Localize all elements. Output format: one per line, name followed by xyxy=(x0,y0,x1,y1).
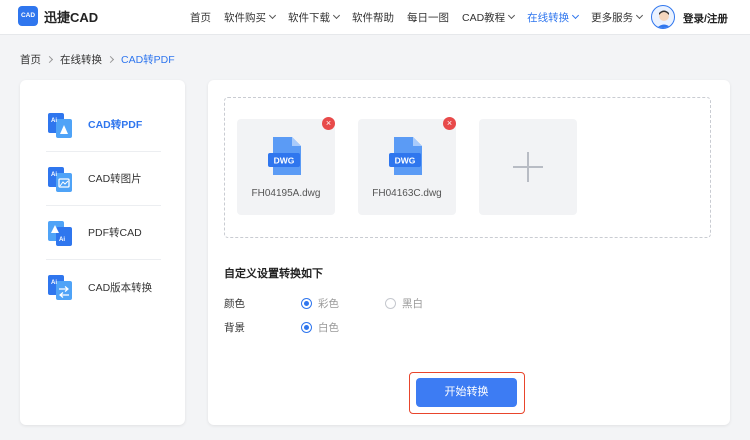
nav-label: 首页 xyxy=(190,11,211,24)
chevron-down-icon xyxy=(572,11,580,20)
start-convert-button[interactable]: 开始转换 xyxy=(416,378,517,407)
nav-item-download[interactable]: 软件下载 xyxy=(288,10,341,25)
nav-item-buy[interactable]: 软件购买 xyxy=(224,10,277,25)
chevron-down-icon xyxy=(508,11,516,20)
top-header: CAD 迅捷CAD 首页 软件购买 软件下载 软件帮助 每日一图 CAD教程 在… xyxy=(0,0,750,35)
chevron-right-icon xyxy=(106,55,115,64)
nav-item-more[interactable]: 更多服务 xyxy=(591,10,644,25)
sidebar-item-label: CAD转图片 xyxy=(88,173,142,185)
svg-text:Ai: Ai xyxy=(51,280,57,286)
nav-item-home[interactable]: 首页 xyxy=(190,10,211,25)
file-name: FH04163C.dwg xyxy=(372,188,442,199)
file-badge: DWG xyxy=(274,156,295,166)
pdf-to-cad-icon: Ai xyxy=(46,219,74,247)
radio-label: 白色 xyxy=(318,322,339,334)
nav-item-online-convert[interactable]: 在线转换 xyxy=(527,10,580,25)
nav-label: 软件下载 xyxy=(288,11,330,24)
svg-text:Ai: Ai xyxy=(51,172,57,178)
file-card: DWG × FH04195A.dwg xyxy=(237,117,335,215)
background-label: 背景 xyxy=(224,322,245,334)
nav-label: CAD教程 xyxy=(462,11,506,24)
file-badge: DWG xyxy=(395,156,416,166)
breadcrumb-home[interactable]: 首页 xyxy=(20,52,41,67)
svg-text:Ai: Ai xyxy=(59,237,65,243)
sidebar-item-pdf-to-cad[interactable]: Ai PDF转CAD xyxy=(46,206,161,260)
settings-title: 自定义设置转换如下 xyxy=(224,268,323,280)
delete-file-button[interactable]: × xyxy=(322,117,335,130)
chevron-down-icon xyxy=(332,11,341,20)
breadcrumb-current: CAD转PDF xyxy=(121,54,175,66)
start-button-highlight: 开始转换 xyxy=(409,372,525,414)
logo[interactable]: CAD 迅捷CAD xyxy=(18,6,98,26)
logo-badge: CAD xyxy=(18,6,38,26)
dwg-file-icon: DWG xyxy=(386,135,428,177)
delete-file-button[interactable]: × xyxy=(443,117,456,130)
nav-item-tutorial[interactable]: CAD教程 xyxy=(462,10,516,25)
color-label: 颜色 xyxy=(224,298,245,310)
nav-label: 每日一图 xyxy=(407,11,449,24)
cad-to-pdf-icon: Ai xyxy=(46,111,74,139)
chevron-down-icon xyxy=(268,11,277,20)
main-nav: 首页 软件购买 软件下载 软件帮助 每日一图 CAD教程 在线转换 更多服务 xyxy=(190,0,655,34)
radio-circle xyxy=(385,298,396,309)
radio-color-full[interactable]: 彩色 xyxy=(301,296,339,311)
nav-label: 在线转换 xyxy=(527,11,570,24)
main-panel: DWG × FH04195A.dwg DWG × FH04163C.dwg 自定… xyxy=(208,80,730,425)
cad-to-image-icon: Ai xyxy=(46,165,74,193)
sidebar: Ai CAD转PDF Ai CAD转图片 Ai PDF转CAD Ai CAD版本… xyxy=(20,80,185,425)
radio-label: 黑白 xyxy=(402,298,423,310)
radio-background-white[interactable]: 白色 xyxy=(301,320,339,335)
breadcrumb-online-convert[interactable]: 在线转换 xyxy=(60,52,102,67)
sidebar-item-label: CAD版本转换 xyxy=(88,281,153,294)
nav-label: 更多服务 xyxy=(591,11,634,24)
nav-label: 软件购买 xyxy=(224,11,266,24)
radio-label: 彩色 xyxy=(318,298,339,310)
nav-item-help[interactable]: 软件帮助 xyxy=(352,10,394,25)
chevron-right-icon xyxy=(45,55,54,64)
logo-text: 迅捷CAD xyxy=(44,9,99,25)
file-name: FH04195A.dwg xyxy=(251,188,321,199)
radio-circle xyxy=(301,298,312,309)
sidebar-item-label: PDF转CAD xyxy=(88,227,142,239)
user-avatar-icon xyxy=(656,10,672,28)
file-card: DWG × FH04163C.dwg xyxy=(358,117,456,215)
radio-color-bw[interactable]: 黑白 xyxy=(385,296,423,311)
avatar[interactable] xyxy=(651,5,675,29)
breadcrumb: 首页 在线转换 CAD转PDF xyxy=(20,52,175,67)
add-file-button[interactable] xyxy=(479,119,577,215)
radio-circle xyxy=(301,322,312,333)
upload-dropzone[interactable]: DWG × FH04195A.dwg DWG × FH04163C.dwg xyxy=(224,97,711,238)
sidebar-item-cad-version[interactable]: Ai CAD版本转换 xyxy=(46,260,161,314)
dwg-file-icon: DWG xyxy=(265,135,307,177)
sidebar-item-cad-to-image[interactable]: Ai CAD转图片 xyxy=(46,152,161,206)
nav-item-daily[interactable]: 每日一图 xyxy=(407,10,449,25)
login-register-link[interactable]: 登录/注册 xyxy=(683,11,728,26)
cad-version-convert-icon: Ai xyxy=(46,273,74,301)
svg-text:Ai: Ai xyxy=(51,118,57,124)
nav-label: 软件帮助 xyxy=(352,11,394,24)
sidebar-item-cad-to-pdf[interactable]: Ai CAD转PDF xyxy=(46,98,161,152)
chevron-down-icon xyxy=(636,11,644,20)
sidebar-item-label: CAD转PDF xyxy=(88,119,143,131)
